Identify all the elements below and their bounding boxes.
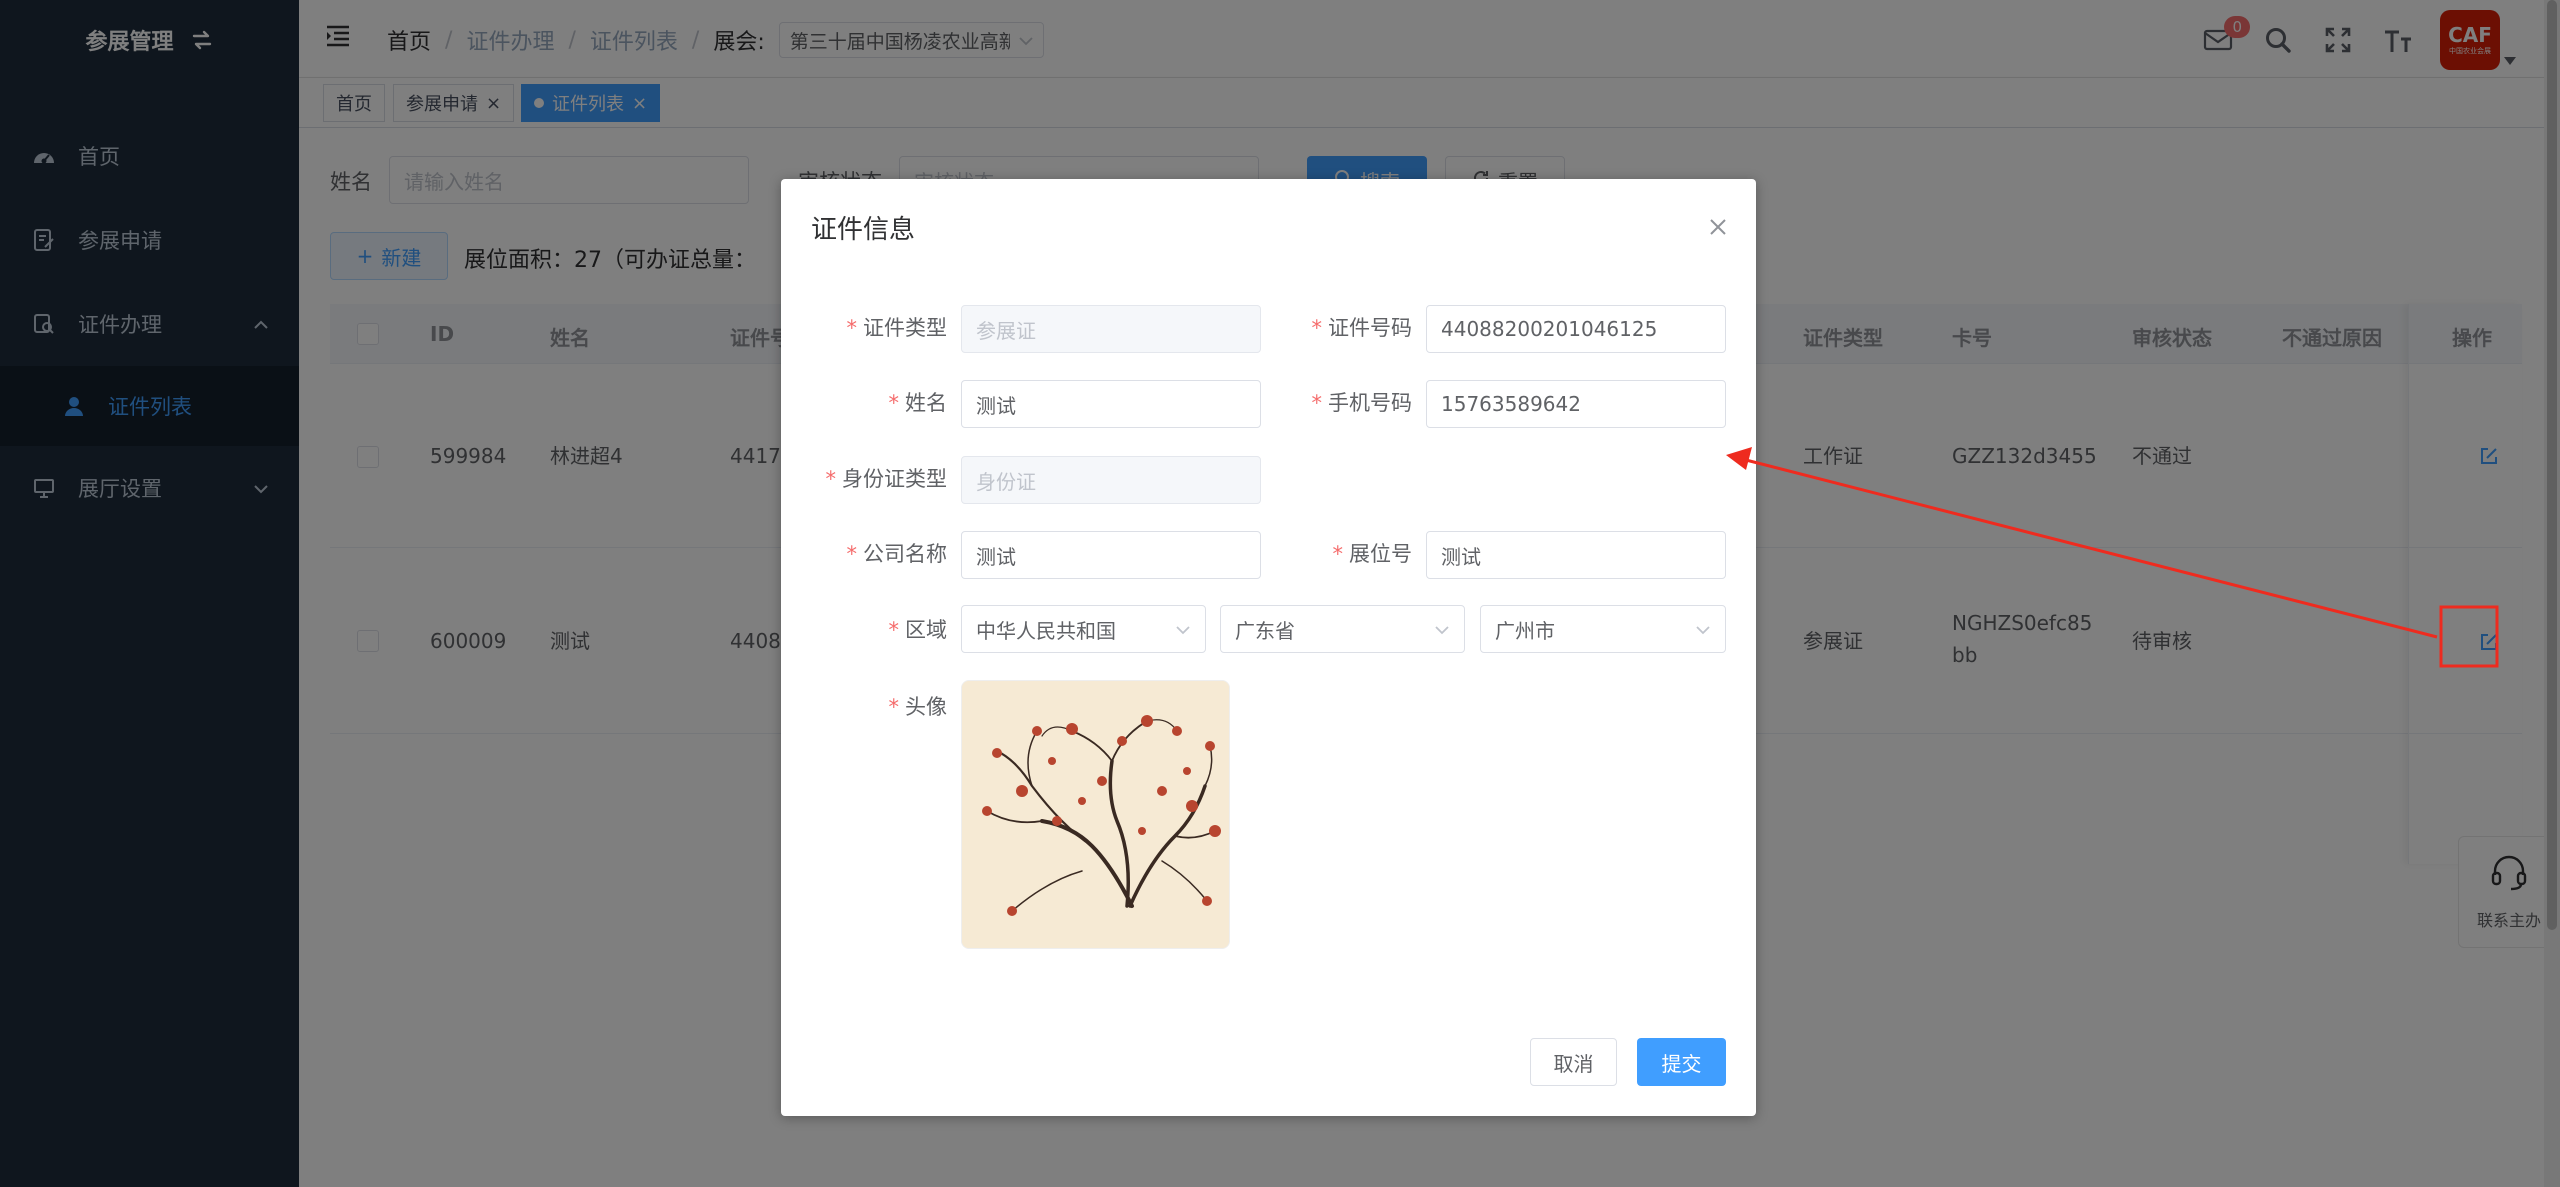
name-label: * 姓名 — [888, 391, 948, 415]
cert-no-input[interactable]: 44088200201046125 — [1426, 305, 1726, 353]
company-label: * 公司名称 — [846, 542, 948, 566]
chevron-down-icon — [1695, 620, 1711, 639]
company-input[interactable]: 测试 — [961, 531, 1261, 579]
city-select[interactable]: 广州市 — [1480, 605, 1726, 653]
cert-type-label: * 证件类型 — [846, 316, 948, 340]
id-type-input: 身份证 — [961, 456, 1261, 504]
cancel-button[interactable]: 取消 — [1530, 1038, 1617, 1086]
certificate-dialog: 证件信息 * 证件类型 参展证 * 证件号码 44088200201046125 *… — [781, 179, 1756, 1116]
tree-image — [962, 681, 1229, 948]
chevron-down-icon — [1175, 620, 1191, 639]
close-icon[interactable] — [1708, 211, 1728, 244]
chevron-down-icon — [1434, 620, 1450, 639]
cert-no-label: * 证件号码 — [1311, 316, 1413, 340]
id-type-label: * 身份证类型 — [825, 467, 948, 491]
avatar-label: * 头像 — [888, 695, 948, 719]
name-input[interactable]: 测试 — [961, 380, 1261, 428]
phone-input[interactable]: 15763589642 — [1426, 380, 1726, 428]
country-select[interactable]: 中华人民共和国 — [961, 605, 1206, 653]
province-select[interactable]: 广东省 — [1220, 605, 1465, 653]
submit-button[interactable]: 提交 — [1637, 1038, 1726, 1086]
dialog-title: 证件信息 — [811, 215, 916, 245]
phone-label: * 手机号码 — [1311, 391, 1413, 415]
booth-label: * 展位号 — [1332, 542, 1413, 566]
cert-type-input: 参展证 — [961, 305, 1261, 353]
region-label: * 区域 — [888, 618, 948, 642]
avatar-upload[interactable] — [961, 680, 1230, 949]
booth-input[interactable]: 测试 — [1426, 531, 1726, 579]
